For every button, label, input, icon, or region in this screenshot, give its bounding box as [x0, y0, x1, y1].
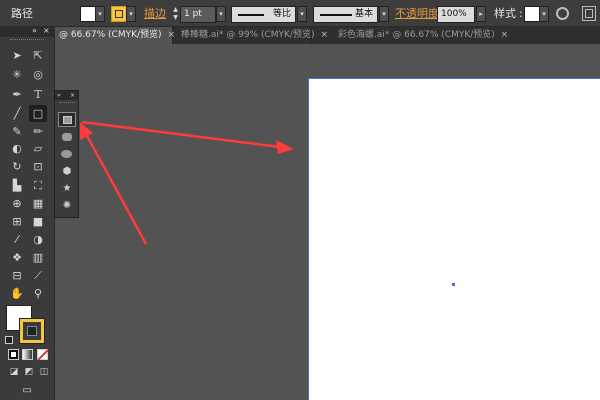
color-mode-icon[interactable] — [8, 349, 19, 360]
style-dropdown[interactable]: ▾ — [539, 6, 549, 22]
line-segment-tool-icon[interactable]: ╱ — [8, 105, 26, 122]
brush-dropdown[interactable]: ▾ — [379, 6, 389, 22]
tab-untitled[interactable]: @ 66.67% (CMYK/预览) × — [55, 27, 176, 44]
tab-label: 棒棒糖.ai* @ 99% (CMYK/预览) — [181, 30, 315, 40]
tab-close-icon[interactable]: × — [168, 30, 176, 40]
draw-inside-icon[interactable]: ◫ — [35, 364, 53, 381]
stroke-weight-field[interactable]: 1 pt — [180, 6, 216, 23]
tab-lollipop[interactable]: 棒棒糖.ai* @ 99% (CMYK/预览) × — [177, 27, 328, 44]
profile-dropdown[interactable]: ▾ — [297, 6, 307, 22]
stroke-swatch[interactable] — [111, 6, 127, 22]
fill-swatch[interactable] — [80, 6, 96, 22]
star-icon[interactable]: ★ — [58, 181, 76, 196]
stroke-link[interactable]: 描边 — [144, 0, 166, 27]
graphic-style-swatch[interactable] — [524, 6, 540, 22]
tools-panel-header[interactable]: » × — [0, 26, 55, 37]
direct-selection-tool-icon[interactable]: ⇱ — [29, 47, 47, 64]
stroke-weight-stepper[interactable]: ▲ ▼ — [171, 6, 180, 23]
flare-icon[interactable]: ✺ — [58, 198, 76, 213]
collapse-icon[interactable]: » — [32, 26, 37, 35]
rotate-tool-icon[interactable]: ↻ — [8, 158, 26, 175]
brush-definition[interactable]: 基本 — [313, 6, 378, 23]
isolate-icon[interactable] — [582, 6, 596, 21]
stroke-icon — [115, 10, 123, 18]
ellipse-icon[interactable] — [58, 147, 76, 162]
arrow-to-rectangle-tool — [80, 122, 148, 245]
screen-mode-icon[interactable]: ▭ — [18, 382, 36, 399]
polygon-icon[interactable]: ⬢ — [58, 164, 76, 179]
default-colors-icon[interactable] — [5, 336, 13, 344]
object-type-label: 路径 — [11, 7, 33, 20]
artboard[interactable] — [308, 78, 600, 400]
free-transform-tool-icon[interactable]: ⛶ — [29, 177, 47, 194]
width-tool-icon[interactable]: ▙ — [8, 177, 26, 194]
brush-line-icon — [320, 14, 352, 16]
control-bar: 路径 ▾ ▾ 描边 ▲ ▼ 1 pt ▾ 等比 ▾ 基本 ▾ 不透明度 100% … — [0, 0, 600, 27]
rounded-rectangle-icon[interactable] — [58, 130, 76, 145]
profile-label: 等比 — [272, 9, 291, 19]
zoom-tool-icon[interactable]: ⚲ — [29, 285, 47, 302]
opacity-field[interactable]: 100% — [437, 6, 475, 23]
close-icon[interactable]: × — [43, 26, 50, 35]
opacity-dropdown[interactable]: ▸ — [476, 6, 486, 22]
eraser-tool-icon[interactable]: ▱ — [29, 140, 47, 157]
stroke-dropdown[interactable]: ▾ — [126, 6, 136, 22]
hand-tool-icon[interactable]: ✋ — [8, 285, 26, 302]
slice-tool-icon[interactable]: ⟋ — [29, 267, 47, 284]
flyout-header[interactable]: » × — [55, 91, 78, 100]
mesh-tool-icon[interactable]: ⊞ — [8, 213, 26, 230]
column-graph-tool-icon[interactable]: ▥ — [29, 249, 47, 266]
tab-label: @ 66.67% (CMYK/预览) — [59, 30, 162, 40]
scale-tool-icon[interactable]: ⊡ — [29, 158, 47, 175]
collapse-icon[interactable]: » — [57, 91, 61, 100]
document-tab-bar: @ 66.67% (CMYK/预览) × 棒棒糖.ai* @ 99% (CMYK/… — [55, 27, 600, 44]
stroke-weight-dropdown[interactable]: ▾ — [216, 6, 226, 22]
pencil-tool-icon[interactable]: ✏ — [29, 123, 47, 140]
none-mode-icon[interactable] — [37, 349, 49, 361]
artboard-tool-icon[interactable]: ⊟ — [8, 267, 26, 284]
lasso-tool-icon[interactable]: ◎ — [29, 66, 47, 83]
tab-close-icon[interactable]: × — [320, 30, 328, 40]
rectangle-icon[interactable] — [58, 112, 76, 127]
magic-wand-tool-icon[interactable]: ✳ — [8, 66, 26, 83]
tab-colorful-conch[interactable]: 彩色海螺.ai* @ 66.67% (CMYK/预览) × — [334, 27, 508, 44]
gradient-tool-icon[interactable]: ■ — [29, 213, 47, 230]
tab-close-icon[interactable]: × — [501, 30, 509, 40]
gradient-mode-icon[interactable] — [22, 349, 33, 360]
profile-line-icon — [238, 14, 264, 16]
paintbrush-tool-icon[interactable]: ✎ — [8, 123, 26, 140]
blob-brush-tool-icon[interactable]: ◐ — [8, 140, 26, 157]
fill-dropdown[interactable]: ▾ — [95, 6, 105, 22]
shape-builder-tool-icon[interactable]: ⊕ — [8, 195, 26, 212]
tools-panel: » × ➤ ⇱ ✳ ◎ ✒ T ╱ □ ✎ ✏ ◐ ▱ ↻ ⊡ ▙ ⛶ ⊕ ▦ … — [0, 26, 55, 400]
symbol-sprayer-tool-icon[interactable]: ❖ — [8, 249, 26, 266]
panel-grip[interactable] — [10, 39, 44, 42]
arrow-to-artboard — [81, 120, 294, 154]
rectangle-tool-icon[interactable]: □ — [29, 105, 47, 122]
illustrator-window: 路径 ▾ ▾ 描边 ▲ ▼ 1 pt ▾ 等比 ▾ 基本 ▾ 不透明度 100% … — [0, 0, 600, 400]
perspective-grid-tool-icon[interactable]: ▦ — [29, 195, 47, 212]
selection-tool-icon[interactable]: ➤ — [8, 47, 26, 64]
style-colon: : — [519, 7, 523, 20]
flyout-grip[interactable] — [59, 102, 75, 103]
pen-tool-icon[interactable]: ✒ — [8, 86, 26, 103]
type-tool-icon[interactable]: T — [29, 86, 47, 103]
close-icon[interactable]: × — [70, 91, 75, 100]
stroke-proxy[interactable] — [20, 319, 44, 343]
blend-tool-icon[interactable]: ◑ — [29, 231, 47, 248]
eyedropper-tool-icon[interactable]: ⁄ — [8, 231, 26, 248]
artboard-center-point — [452, 283, 455, 286]
opacity-link[interactable]: 不透明度 — [395, 0, 439, 27]
style-label: 样式 — [494, 7, 516, 20]
recolor-artwork-icon[interactable] — [556, 7, 569, 20]
brush-label: 基本 — [354, 9, 373, 19]
variable-width-profile[interactable]: 等比 — [231, 6, 296, 23]
shape-tools-flyout: » × ⬢ ★ ✺ — [54, 90, 79, 218]
tab-label: 彩色海螺.ai* @ 66.67% (CMYK/预览) — [338, 30, 495, 40]
